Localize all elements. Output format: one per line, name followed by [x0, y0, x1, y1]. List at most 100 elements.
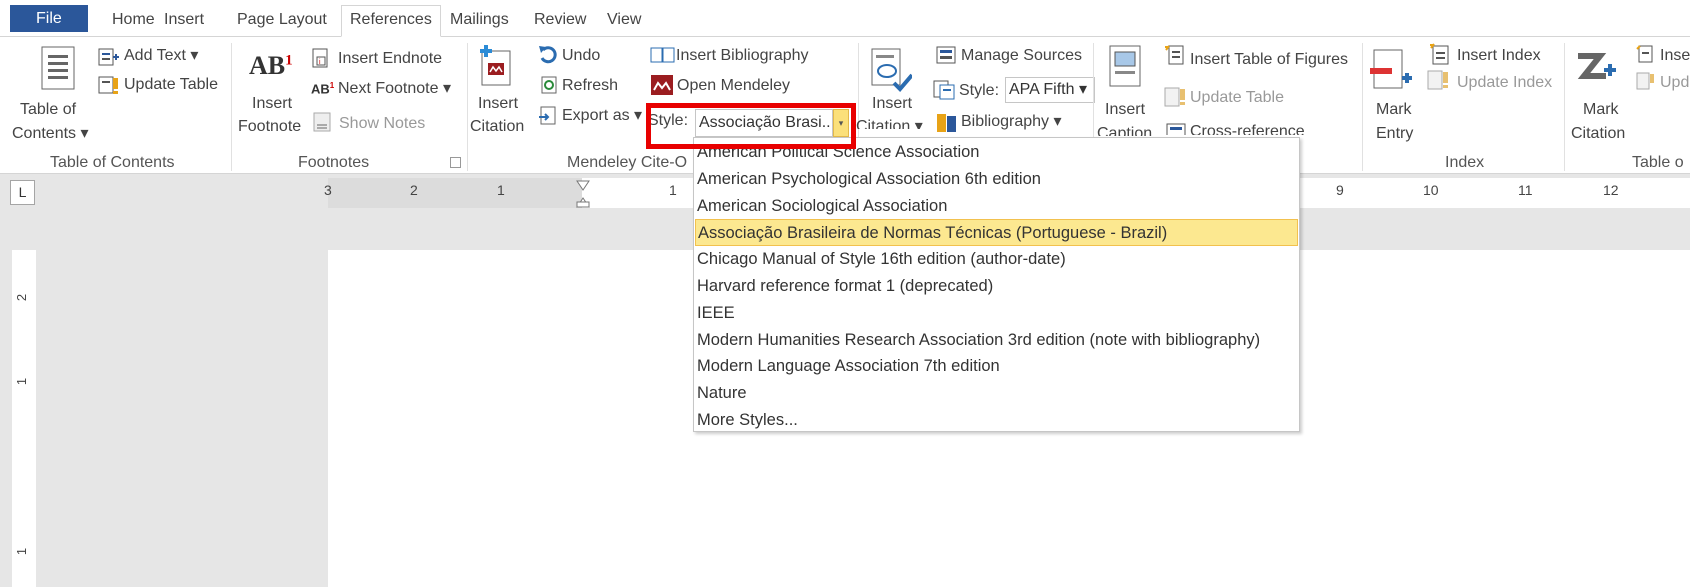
cross-reference-label: Cross-reference	[1190, 123, 1305, 135]
mendeley-insert-citation-icon	[480, 45, 511, 86]
tab-file[interactable]: File	[10, 5, 88, 32]
insert-footnote-label2: Footnote	[238, 118, 302, 135]
next-footnote-label: Next Footnote ▾	[338, 80, 451, 97]
tab-page-layout[interactable]: Page Layout	[229, 9, 335, 36]
vertical-ruler-number: 1	[14, 377, 30, 386]
style-option[interactable]: Modern Humanities Research Association 3…	[694, 327, 1299, 354]
update-index-icon	[1427, 70, 1448, 90]
update-table-of-figures-label: Update Table	[1190, 89, 1284, 106]
ruler-left-margin	[328, 178, 582, 208]
mark-citation-label2: Citation	[1571, 125, 1626, 142]
citation-style-label: Style:	[959, 82, 1000, 99]
group-mendeley-cite-o-matic: Mendeley Cite-O	[567, 154, 688, 171]
ruler-number: 9	[1336, 182, 1344, 198]
citation-style-select[interactable]: APA Fifth ▾	[1005, 77, 1095, 103]
tab-mailings[interactable]: Mailings	[442, 9, 517, 36]
mendeley-insert-citation-label2: Citation	[470, 118, 525, 135]
style-dropdown-menu: American Political Science Association A…	[693, 137, 1300, 432]
insert-footnote-label: Insert	[252, 95, 293, 112]
style-option[interactable]: IEEE	[694, 300, 1299, 327]
vertical-ruler-number: 2	[14, 293, 30, 302]
bibliography-icon	[937, 114, 956, 132]
ruler-number: 2	[410, 182, 418, 198]
show-notes-label: Show Notes	[339, 115, 426, 132]
open-mendeley-label: Open Mendeley	[677, 77, 790, 94]
insert-endnote-label: Insert Endnote	[338, 50, 443, 67]
group-index: Index	[1445, 154, 1485, 171]
table-of-contents-label2: Contents ▾	[12, 125, 89, 142]
mark-entry-icon	[1370, 49, 1412, 89]
group-table-of-contents: Table of Contents	[50, 154, 175, 171]
group-footnotes: Footnotes	[298, 154, 370, 171]
insert-table-of-authorities-icon	[1636, 45, 1653, 63]
table-of-contents-label: Table of	[20, 101, 77, 118]
update-index-label: Update Index	[1457, 74, 1553, 91]
mendeley-insert-citation-label: Insert	[478, 95, 519, 112]
insert-table-of-figures-label: Insert Table of Figures	[1190, 51, 1349, 68]
add-text-label: Add Text ▾	[124, 47, 199, 64]
table-of-contents-icon	[41, 46, 75, 90]
insert-caption-icon	[1109, 45, 1141, 87]
insert-caption-label: Insert	[1105, 101, 1146, 118]
insert-bibliography-icon	[650, 47, 675, 63]
tab-selector-icon[interactable]: L	[10, 180, 35, 205]
style-option[interactable]: Modern Language Association 7th edition	[694, 353, 1299, 380]
footnote-ab-icon: AB1	[249, 51, 293, 80]
tab-insert[interactable]: Insert	[156, 9, 212, 36]
insert-citation-icon	[871, 48, 912, 92]
update-table-icon	[98, 76, 118, 94]
insert-table-of-figures-icon	[1165, 45, 1184, 65]
ruler-number: 12	[1603, 182, 1619, 198]
annotation-highlight-box	[646, 103, 856, 149]
citation-style-icon	[933, 80, 955, 100]
update-table-of-authorities-label: Upd	[1660, 74, 1690, 91]
style-option[interactable]: American Psychological Association 6th e…	[694, 166, 1299, 193]
mendeley-logo-icon	[651, 75, 673, 95]
style-option[interactable]: Harvard reference format 1 (deprecated)	[694, 273, 1299, 300]
refresh-icon	[541, 76, 557, 94]
bibliography-label: Bibliography ▾	[961, 113, 1062, 130]
mark-entry-label: Mark	[1376, 101, 1412, 118]
tab-review[interactable]: Review	[526, 9, 594, 36]
ruler-number: 3	[324, 182, 332, 198]
footnotes-dialog-launcher-icon[interactable]	[450, 157, 461, 168]
style-option[interactable]: Chicago Manual of Style 16th edition (au…	[694, 246, 1299, 273]
ribbon-tab-bar: File Home Insert Page Layout References …	[0, 0, 1690, 37]
insert-citation-label2: Citation ▾	[856, 118, 923, 135]
mark-entry-label2: Entry	[1376, 125, 1414, 142]
insert-citation-label: Insert	[872, 95, 913, 112]
ruler-number: 1	[497, 182, 505, 198]
tab-references[interactable]: References	[341, 5, 441, 37]
manage-sources-label: Manage Sources	[961, 47, 1082, 64]
group-table-of-authorities: Table o	[1632, 154, 1684, 171]
cross-reference-icon	[1166, 123, 1186, 135]
ruler-number: 11	[1518, 182, 1533, 198]
style-option-selected[interactable]: Associação Brasileira de Normas Técnicas…	[695, 219, 1298, 247]
ruler-number: 1	[669, 182, 677, 198]
more-styles-option[interactable]: More Styles...	[694, 407, 1299, 434]
indent-marker-icon[interactable]	[576, 180, 590, 208]
add-text-icon	[98, 48, 119, 66]
mark-citation-icon	[1577, 53, 1616, 79]
export-as-label: Export as ▾	[562, 107, 643, 124]
next-footnote-icon: AB1	[311, 81, 335, 97]
ruler-number: 10	[1423, 182, 1439, 198]
update-table-label: Update Table	[124, 76, 218, 93]
manage-sources-icon	[936, 46, 956, 64]
refresh-label: Refresh	[562, 77, 619, 94]
insert-index-icon	[1430, 43, 1449, 65]
undo-icon	[539, 46, 557, 64]
style-option[interactable]: Nature	[694, 380, 1299, 407]
update-table-of-figures-icon	[1164, 87, 1185, 107]
insert-bibliography-label: Insert Bibliography	[676, 47, 809, 64]
style-option[interactable]: American Sociological Association	[694, 193, 1299, 220]
insert-table-of-authorities-label: Inse	[1660, 47, 1690, 64]
export-as-icon	[539, 106, 556, 125]
undo-label: Undo	[562, 47, 601, 64]
tab-view[interactable]: View	[599, 9, 649, 36]
insert-endnote-icon: i	[312, 48, 328, 68]
show-notes-icon	[313, 112, 331, 132]
tab-home[interactable]: Home	[104, 9, 163, 36]
vertical-ruler-number: 1	[14, 547, 30, 556]
mark-citation-label: Mark	[1583, 101, 1619, 118]
